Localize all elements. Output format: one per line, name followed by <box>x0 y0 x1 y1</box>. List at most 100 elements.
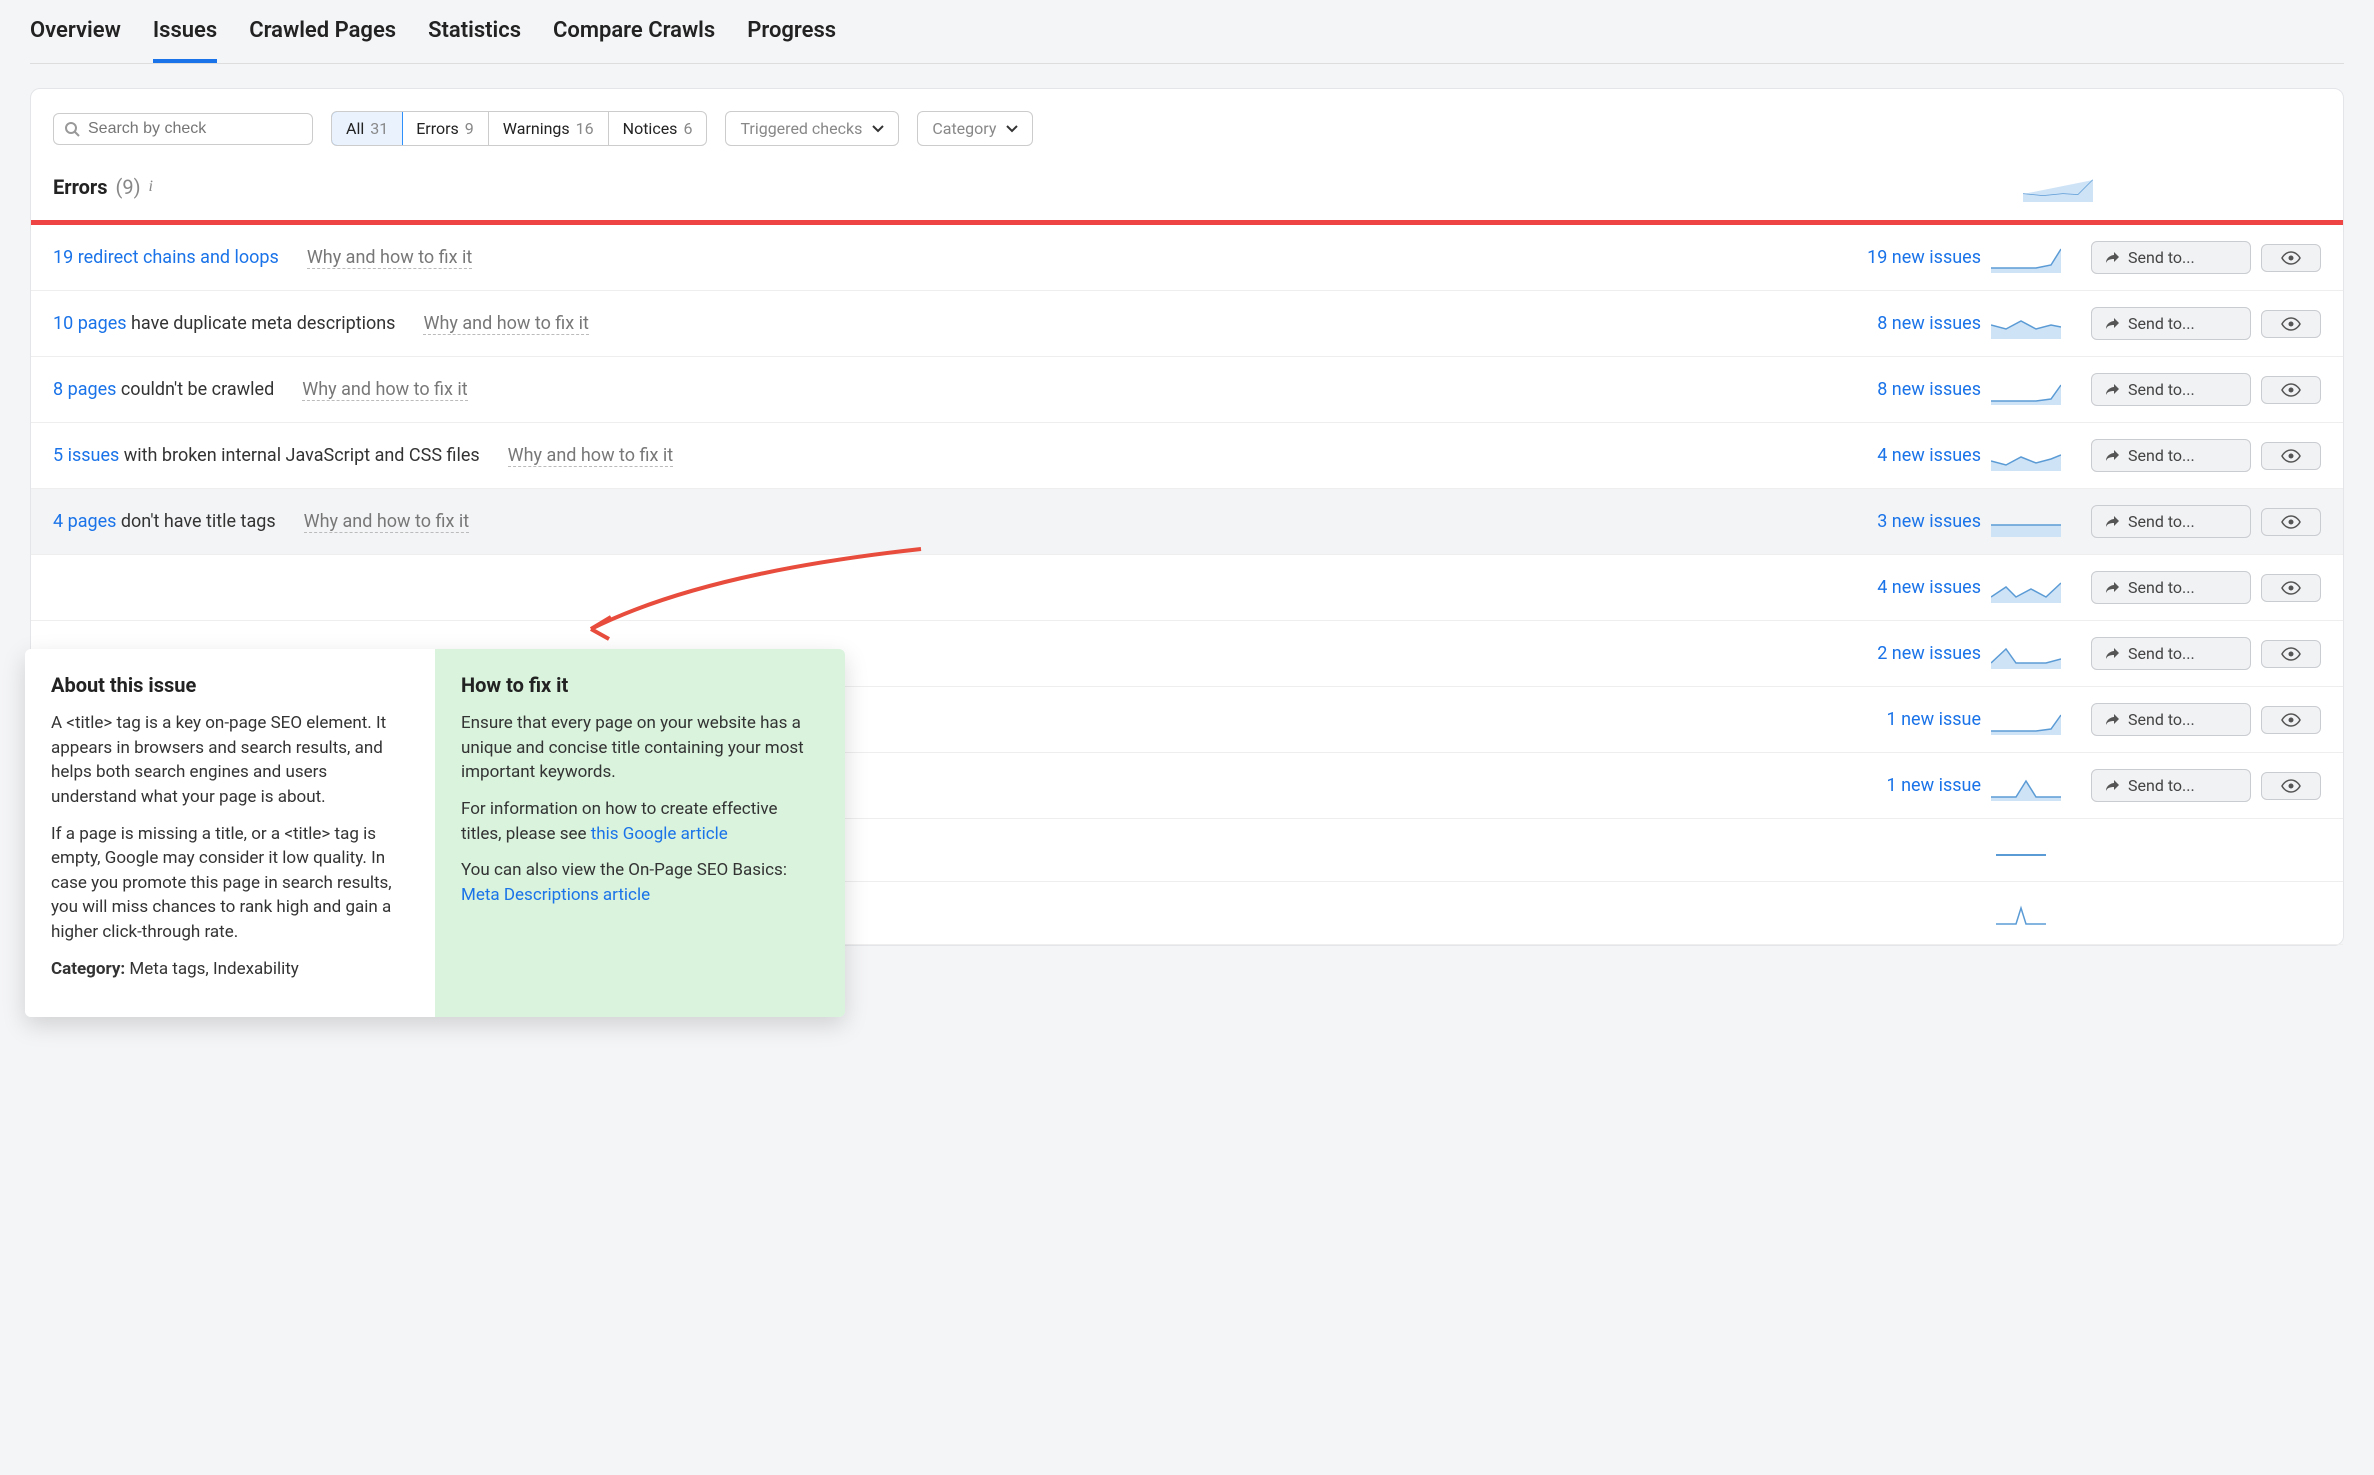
sparkline <box>1991 771 2061 801</box>
sparkline <box>1991 705 2061 735</box>
share-icon <box>2104 383 2120 397</box>
share-icon <box>2104 449 2120 463</box>
issue-tooltip: About this issue A <title> tag is a key … <box>25 649 845 1017</box>
issue-text[interactable]: 4 pages don't have title tags <box>53 511 276 532</box>
eye-icon <box>2281 383 2301 397</box>
send-to-button[interactable]: Send to... <box>2091 373 2251 406</box>
seg-warnings[interactable]: Warnings16 <box>489 112 609 145</box>
tab-crawled-pages[interactable]: Crawled Pages <box>249 18 396 63</box>
view-button[interactable] <box>2261 244 2321 272</box>
section-title-text: Errors <box>53 175 107 199</box>
section-count: (9) <box>115 175 140 199</box>
meta-desc-link[interactable]: Meta Descriptions article <box>461 885 650 905</box>
new-issues-link[interactable]: 4 new issues <box>1801 445 1981 466</box>
send-to-button[interactable]: Send to... <box>2091 241 2251 274</box>
view-button[interactable] <box>2261 640 2321 668</box>
new-issues-link[interactable]: 8 new issues <box>1801 313 1981 334</box>
send-to-button[interactable]: Send to... <box>2091 769 2251 802</box>
sparkline <box>1991 573 2061 603</box>
issue-text[interactable]: 8 pages couldn't be crawled <box>53 379 274 400</box>
new-issues-link[interactable]: 2 new issues <box>1801 643 1981 664</box>
fix-link[interactable]: Why and how to fix it <box>508 445 673 467</box>
search-icon <box>64 121 80 137</box>
search-input[interactable] <box>88 120 302 138</box>
eye-icon <box>2281 647 2301 661</box>
fix-link[interactable]: Why and how to fix it <box>304 511 469 533</box>
share-icon <box>2104 647 2120 661</box>
fix-link[interactable]: Why and how to fix it <box>423 313 588 335</box>
seg-errors[interactable]: Errors9 <box>402 112 489 145</box>
table-row: 19 redirect chains and loops Why and how… <box>31 225 2343 291</box>
new-issues-link[interactable]: 1 new issue <box>1801 775 1981 796</box>
chevron-down-icon <box>1006 125 1018 133</box>
seg-all[interactable]: All31 <box>331 111 403 146</box>
info-icon[interactable]: i <box>149 178 153 196</box>
issue-text[interactable]: 10 pages have duplicate meta description… <box>53 313 395 334</box>
sparkline <box>1991 375 2061 405</box>
fix-title: How to fix it <box>461 673 819 697</box>
eye-icon <box>2281 713 2301 727</box>
table-row: 5 issues with broken internal JavaScript… <box>31 423 2343 489</box>
share-icon <box>2104 317 2120 331</box>
send-to-button[interactable]: Send to... <box>2091 637 2251 670</box>
view-button[interactable] <box>2261 574 2321 602</box>
about-title: About this issue <box>51 673 409 697</box>
tab-statistics[interactable]: Statistics <box>428 18 521 63</box>
share-icon <box>2104 779 2120 793</box>
table-row: 10 pages have duplicate meta description… <box>31 291 2343 357</box>
new-issues-link[interactable]: 3 new issues <box>1801 511 1981 532</box>
tab-overview[interactable]: Overview <box>30 18 121 63</box>
fix-link[interactable]: Why and how to fix it <box>307 247 472 269</box>
category-dropdown[interactable]: Category <box>917 111 1033 146</box>
eye-icon <box>2281 581 2301 595</box>
sparkline <box>1991 898 2061 928</box>
share-icon <box>2104 515 2120 529</box>
about-p2: If a page is missing a title, or a <titl… <box>51 822 409 945</box>
eye-icon <box>2281 449 2301 463</box>
send-to-button[interactable]: Send to... <box>2091 571 2251 604</box>
sparkline <box>1991 507 2061 537</box>
fix-link[interactable]: Why and how to fix it <box>302 379 467 401</box>
view-button[interactable] <box>2261 376 2321 404</box>
tab-issues[interactable]: Issues <box>153 18 217 63</box>
send-to-button[interactable]: Send to... <box>2091 439 2251 472</box>
issue-text[interactable]: 5 issues with broken internal JavaScript… <box>53 445 480 466</box>
eye-icon <box>2281 515 2301 529</box>
eye-icon <box>2281 317 2301 331</box>
sparkline <box>1991 835 2061 865</box>
eye-icon <box>2281 779 2301 793</box>
new-issues-link[interactable]: 4 new issues <box>1801 577 1981 598</box>
view-button[interactable] <box>2261 706 2321 734</box>
send-to-button[interactable]: Send to... <box>2091 703 2251 736</box>
sparkline-header <box>2023 172 2093 202</box>
google-article-link[interactable]: this Google article <box>591 824 728 844</box>
triggered-checks-dropdown[interactable]: Triggered checks <box>725 111 899 146</box>
seg-notices[interactable]: Notices6 <box>609 112 707 145</box>
sparkline <box>1991 309 2061 339</box>
view-button[interactable] <box>2261 310 2321 338</box>
chevron-down-icon <box>872 125 884 133</box>
view-button[interactable] <box>2261 442 2321 470</box>
share-icon <box>2104 251 2120 265</box>
tab-compare-crawls[interactable]: Compare Crawls <box>553 18 715 63</box>
section-title: Errors (9) i <box>31 164 2343 220</box>
tab-bar: Overview Issues Crawled Pages Statistics… <box>30 0 2344 64</box>
eye-icon <box>2281 251 2301 265</box>
issues-panel: All31 Errors9 Warnings16 Notices6 Trigge… <box>30 88 2344 946</box>
view-button[interactable] <box>2261 508 2321 536</box>
sparkline <box>1991 639 2061 669</box>
new-issues-link[interactable]: 1 new issue <box>1801 709 1981 730</box>
fix-p1: Ensure that every page on your website h… <box>461 711 819 785</box>
new-issues-link[interactable]: 19 new issues <box>1801 247 1981 268</box>
filter-segments: All31 Errors9 Warnings16 Notices6 <box>331 111 707 146</box>
view-button[interactable] <box>2261 772 2321 800</box>
issue-text[interactable]: 19 redirect chains and loops <box>53 247 279 268</box>
new-issues-link[interactable]: 8 new issues <box>1801 379 1981 400</box>
tab-progress[interactable]: Progress <box>747 18 836 63</box>
send-to-button[interactable]: Send to... <box>2091 505 2251 538</box>
search-input-wrap[interactable] <box>53 113 313 145</box>
share-icon <box>2104 713 2120 727</box>
send-to-button[interactable]: Send to... <box>2091 307 2251 340</box>
table-row: 4 new issues Send to... <box>31 555 2343 621</box>
table-row: 4 pages don't have title tags Why and ho… <box>31 489 2343 555</box>
